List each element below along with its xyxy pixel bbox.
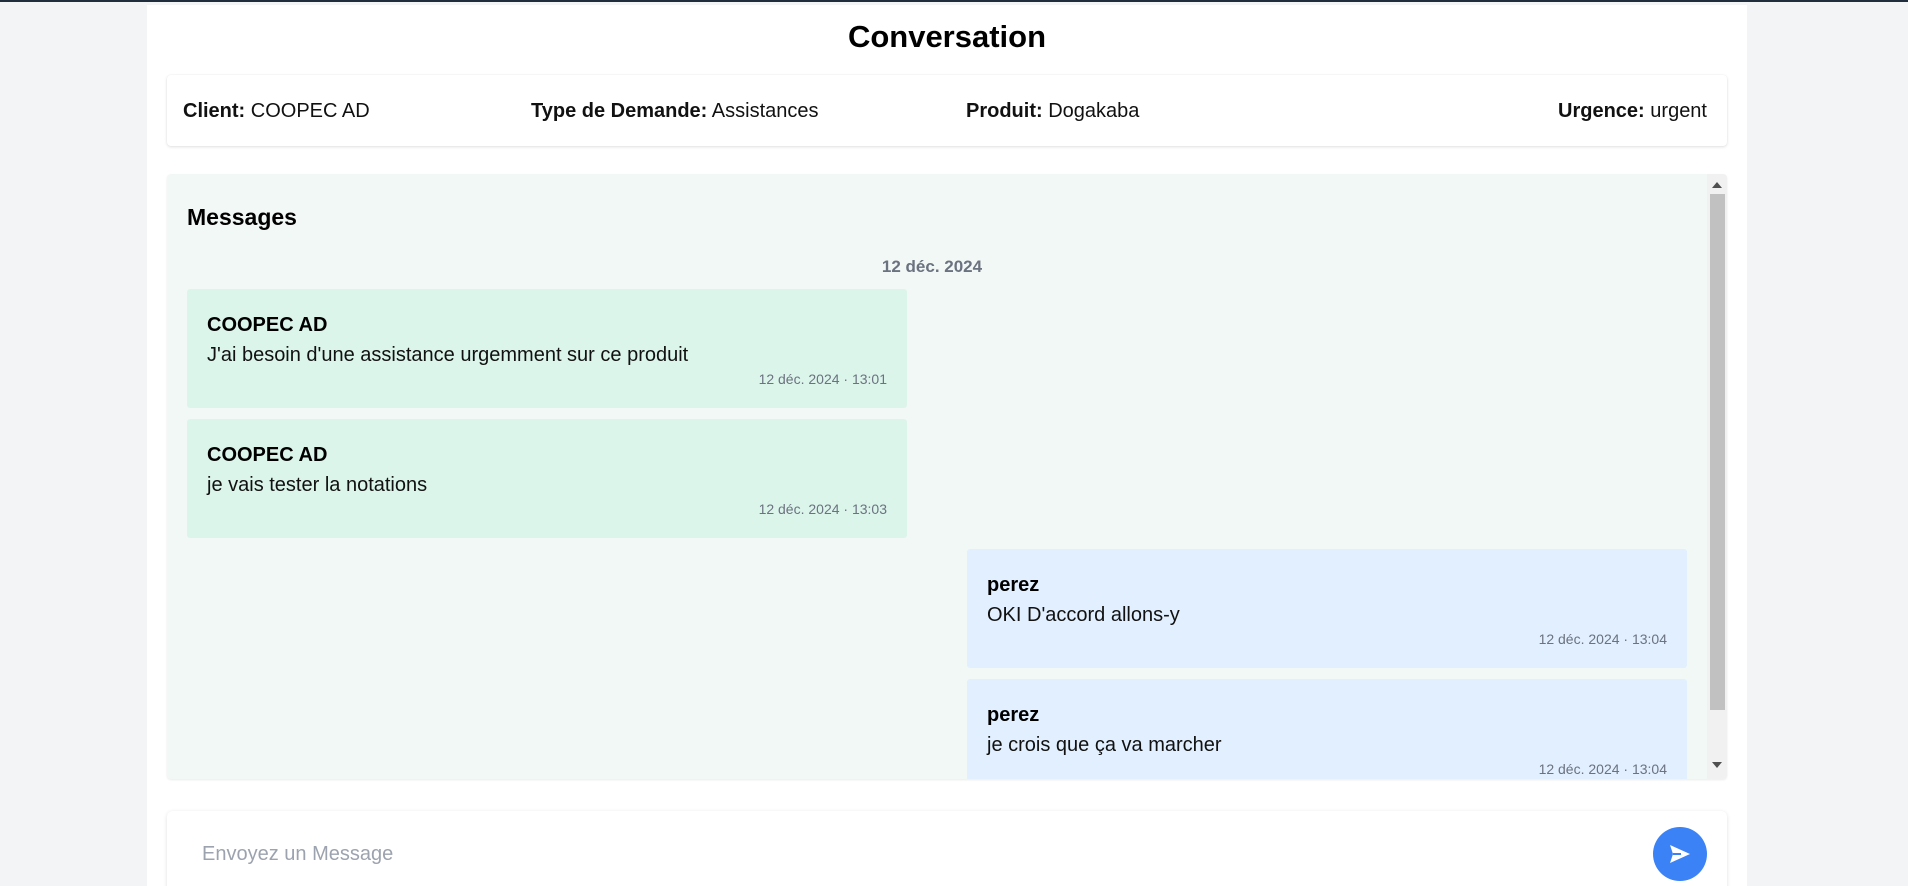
request-type-value: Assistances [711,100,819,122]
client-info: Client: COOPEC AD [183,100,370,123]
message-composer [167,811,1727,886]
client-value: COOPEC AD [250,100,370,122]
conversation-card: Conversation Client: COOPEC AD Type de D… [147,5,1747,886]
product-info: Produit: Dogakaba [966,100,1139,123]
message-bubble: COOPEC AD J'ai besoin d'une assistance u… [187,289,907,408]
message-text: OKI D'accord allons-y [987,604,1180,626]
message-time: 12 déc. 2024 · 13:03 [758,501,887,517]
message-text: je crois que ça va marcher [987,734,1222,756]
ticket-info-bar: Client: COOPEC AD Type de Demande: Assis… [167,75,1727,146]
message-text: je vais tester la notations [207,474,428,496]
product-label: Produit: [966,100,1043,122]
messages-scrollbar[interactable] [1707,174,1727,779]
scroll-up-arrow-icon[interactable] [1712,182,1722,188]
messages-heading: Messages [187,204,297,230]
message-author: perez [987,704,1040,726]
date-separator: 12 déc. 2024 [881,257,983,276]
message-text: J'ai besoin d'une assistance urgemment s… [207,344,689,366]
urgency-info: Urgence: urgent [1558,100,1707,123]
product-value: Dogakaba [1048,100,1140,122]
message-bubble: COOPEC AD je vais tester la notations 12… [187,419,907,538]
scrollbar-thumb[interactable] [1710,194,1725,710]
message-time: 12 déc. 2024 · 13:04 [1538,761,1667,777]
urgency-value: urgent [1650,100,1707,122]
client-label: Client: [183,100,246,122]
send-button[interactable] [1653,827,1707,881]
page-title: Conversation [847,19,1047,54]
request-type-label: Type de Demande: [531,100,708,122]
message-bubble: perez je crois que ça va marcher 12 déc.… [967,679,1687,779]
message-bubble: perez OKI D'accord allons-y 12 déc. 2024… [967,549,1687,668]
send-icon [1670,845,1690,863]
request-type-info: Type de Demande: Assistances [531,100,819,123]
message-author: COOPEC AD [207,444,328,466]
message-time: 12 déc. 2024 · 13:01 [758,371,887,387]
message-author: COOPEC AD [207,314,328,336]
urgency-label: Urgence: [1558,100,1645,122]
message-time: 12 déc. 2024 · 13:04 [1538,631,1667,647]
message-input[interactable] [202,839,1552,869]
message-author: perez [987,574,1040,596]
messages-panel[interactable]: Messages 12 déc. 2024 COOPEC AD J'ai bes… [167,174,1727,779]
scroll-down-arrow-icon[interactable] [1712,762,1722,768]
window-top-border [0,0,1908,2]
